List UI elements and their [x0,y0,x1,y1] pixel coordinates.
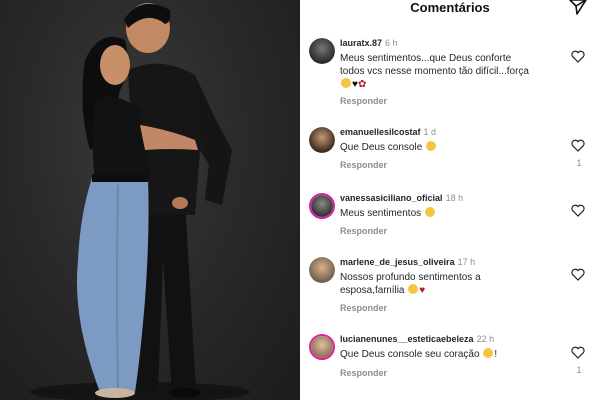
comments-header: Comentários [300,0,600,18]
rose-icon: ✿ [357,79,367,90]
comment-username[interactable]: marlene_de_jesus_oliveira [340,257,455,267]
like-heart-icon[interactable] [571,268,585,281]
avatar[interactable] [309,193,335,219]
comments-panel: Comentários lauratx.87 6 h Meus sentiment… [300,0,600,400]
comment-text: Nossos profundo sentimentos a esposa,fam… [340,271,552,297]
comment-emojis: ♥✿ [340,78,552,91]
crying-face-icon [483,348,494,358]
couple-photo-illustration [30,3,250,400]
like-heart-icon[interactable] [571,346,585,359]
comment-time: 1 d [423,127,437,137]
comment-username[interactable]: lauratx.87 [340,38,382,48]
comment-time: 17 h [457,257,476,267]
comment-text-line: Meus sentimentos [340,208,422,219]
comment-username[interactable]: emanuellesilcostaf [340,127,421,137]
broken-heart-icon: ♥ [419,285,426,296]
comment-text-suffix: ! [494,349,498,360]
comment-text: Meus sentimentos...que Deus conforte tod… [340,52,552,91]
comment-text-line: Que Deus console seu coração [340,349,480,360]
crying-face-icon [426,141,437,151]
sad-face-icon [424,207,435,217]
reply-button[interactable]: Responder [340,226,387,236]
reply-button[interactable]: Responder [340,160,387,170]
comment-meta: emanuellesilcostaf 1 d [340,127,436,137]
like-heart-icon[interactable] [571,50,585,63]
comment-meta: lucianenunes__esteticaebeleza 22 h [340,334,494,344]
comment-meta: lauratx.87 6 h [340,38,398,48]
comment-text: Que Deus console [340,141,552,154]
comment-time: 22 h [476,334,495,344]
comment-text-line: Que Deus console [340,142,423,153]
like-heart-icon[interactable] [571,204,585,217]
crying-face-icon [341,78,351,88]
reply-button[interactable]: Responder [340,303,387,313]
avatar[interactable] [309,127,335,153]
comment-text: Meus sentimentos [340,207,552,220]
comment-time: 6 h [385,38,398,48]
avatar[interactable] [309,257,335,283]
avatar[interactable] [309,38,335,64]
post-photo [0,0,300,400]
like-count[interactable]: 1 [574,365,584,375]
comment-username[interactable]: vanessasiciliano_oficial [340,193,443,203]
comment-time: 18 h [445,193,464,203]
comment-text-line: todos vcs nesse momento tão difícil...fo… [340,66,529,77]
avatar[interactable] [309,334,335,360]
comment-text-line: Meus sentimentos...que Deus conforte [340,53,512,64]
send-icon[interactable] [568,0,588,16]
like-heart-icon[interactable] [571,139,585,152]
reply-button[interactable]: Responder [340,368,387,378]
crying-face-icon [408,284,419,294]
comment-text-line: Nossos profundo sentimentos a [340,272,481,283]
comment-username[interactable]: lucianenunes__esteticaebeleza [340,334,474,344]
comment-text-line-2: esposa,família ♥ [340,284,552,297]
comment-text: Que Deus console seu coração ! [340,348,552,361]
comment-meta: marlene_de_jesus_oliveira 17 h [340,257,475,267]
comment-meta: vanessasiciliano_oficial 18 h [340,193,463,203]
comment-text-line: esposa,família [340,285,405,296]
like-count[interactable]: 1 [574,158,584,168]
reply-button[interactable]: Responder [340,96,387,106]
comments-title: Comentários [410,0,490,15]
